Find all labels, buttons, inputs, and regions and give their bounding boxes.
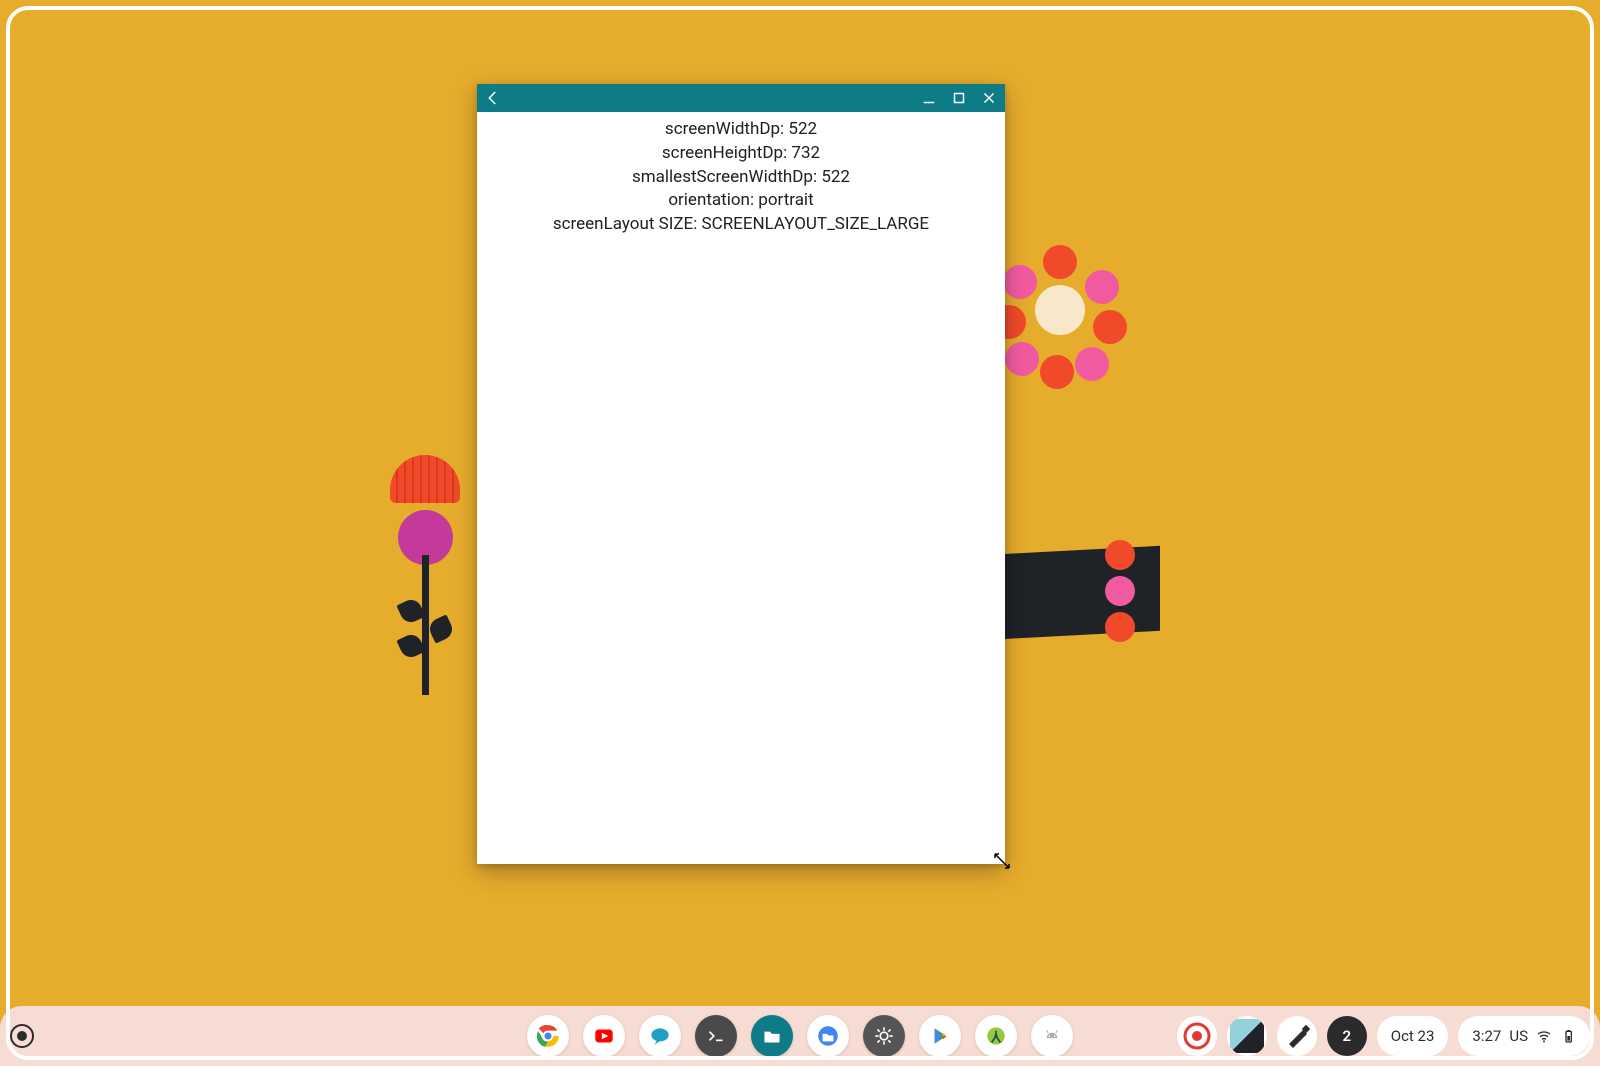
android-studio-icon — [983, 1023, 1009, 1049]
time-label: 3:27 — [1472, 1027, 1501, 1045]
shelf-status-area: 2 Oct 23 3:27 US — [1177, 1016, 1590, 1056]
date-label: Oct 23 — [1391, 1027, 1435, 1045]
shelf-pinned-apps — [527, 1015, 1073, 1057]
window-titlebar[interactable] — [477, 84, 1005, 112]
minimize-button[interactable] — [919, 88, 939, 108]
gear-icon — [871, 1023, 897, 1049]
shelf-app-files-teal[interactable] — [751, 1015, 793, 1057]
tray-status-pill[interactable]: 3:27 US — [1458, 1016, 1590, 1056]
pen-icon — [1277, 1016, 1317, 1056]
minimize-icon — [920, 89, 938, 107]
notification-count: 2 — [1342, 1027, 1351, 1045]
arrow-left-icon — [484, 89, 502, 107]
wifi-icon — [1536, 1028, 1552, 1044]
maximize-button[interactable] — [949, 88, 969, 108]
resize-diagonal-icon — [993, 852, 1011, 870]
app-window: screenWidthDp: 522 screenHeightDp: 732 s… — [477, 84, 1005, 864]
shelf-app-settings[interactable] — [863, 1015, 905, 1057]
shelf-app-android[interactable] — [1031, 1015, 1073, 1057]
battery-icon — [1560, 1028, 1576, 1044]
resize-handle-cursor[interactable] — [993, 852, 1011, 870]
back-button[interactable] — [483, 88, 503, 108]
tray-record-button[interactable] — [1177, 1016, 1217, 1056]
tray-window-preview[interactable] — [1227, 1016, 1267, 1056]
shelf-app-play-store[interactable] — [919, 1015, 961, 1057]
shelf-app-android-studio[interactable] — [975, 1015, 1017, 1057]
config-line: screenWidthDp: 522 — [477, 118, 1005, 142]
config-line: orientation: portrait — [477, 189, 1005, 213]
tray-notifications-button[interactable]: 2 — [1327, 1016, 1367, 1056]
shelf-app-youtube[interactable] — [583, 1015, 625, 1057]
shelf-app-chat[interactable] — [639, 1015, 681, 1057]
app-content: screenWidthDp: 522 screenHeightDp: 732 s… — [477, 112, 1005, 237]
config-line: screenHeightDp: 732 — [477, 142, 1005, 166]
android-icon — [1039, 1023, 1065, 1049]
shelf-app-files[interactable] — [807, 1015, 849, 1057]
shelf: 2 Oct 23 3:27 US — [0, 1006, 1600, 1066]
files-icon — [815, 1023, 841, 1049]
config-line: smallestScreenWidthDp: 522 — [477, 166, 1005, 190]
chrome-icon — [535, 1023, 561, 1049]
maximize-icon — [950, 89, 968, 107]
close-icon — [980, 89, 998, 107]
config-line: screenLayout SIZE: SCREENLAYOUT_SIZE_LAR… — [477, 213, 1005, 237]
play-store-icon — [927, 1023, 953, 1049]
tray-date-pill[interactable]: Oct 23 — [1377, 1016, 1449, 1056]
terminal-icon — [703, 1023, 729, 1049]
launcher-button[interactable] — [10, 1024, 34, 1048]
shelf-app-chrome[interactable] — [527, 1015, 569, 1057]
record-icon — [1177, 1016, 1217, 1056]
locale-label: US — [1509, 1027, 1528, 1045]
tray-stylus-button[interactable] — [1277, 1016, 1317, 1056]
close-button[interactable] — [979, 88, 999, 108]
thumbnail-icon — [1230, 1019, 1264, 1053]
youtube-icon — [591, 1023, 617, 1049]
shelf-app-terminal[interactable] — [695, 1015, 737, 1057]
folder-icon — [759, 1023, 785, 1049]
chat-icon — [647, 1023, 673, 1049]
